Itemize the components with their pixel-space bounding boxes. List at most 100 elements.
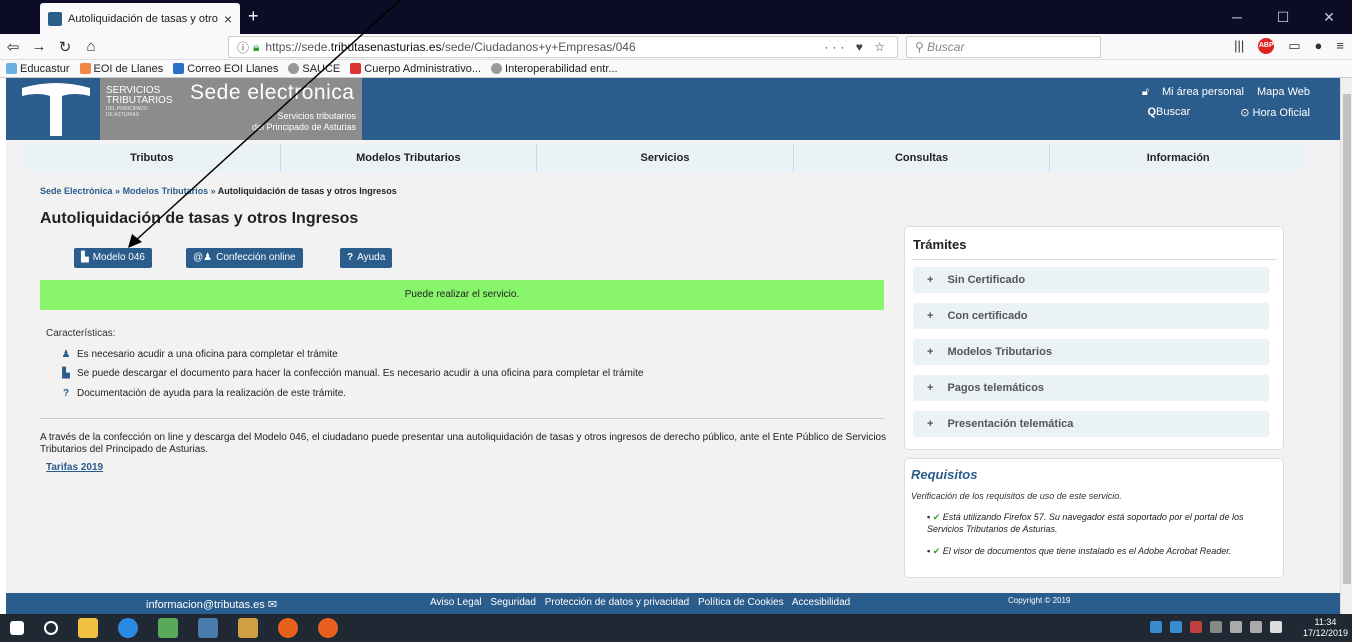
feature-text: Es necesario acudir a una oficina para c…	[77, 349, 338, 360]
check-icon: ✔	[932, 512, 941, 522]
cookies-link[interactable]: Política de Cookies	[698, 597, 784, 608]
status-banner: Puede realizar el servicio.	[40, 280, 884, 310]
seguridad-link[interactable]: Seguridad	[490, 597, 536, 608]
tramite-label: Modelos Tributarios	[947, 346, 1052, 358]
clock-time: 11:34	[1314, 617, 1337, 627]
file-explorer-icon[interactable]	[78, 618, 98, 638]
home-icon[interactable]: ⌂	[78, 38, 104, 55]
minimize-icon[interactable]: ─	[1214, 0, 1260, 34]
nav-item-modelos[interactable]: Modelos Tributarios	[281, 144, 538, 172]
firefox-icon[interactable]	[278, 618, 298, 638]
firefox-icon[interactable]	[318, 618, 338, 638]
feature-text: Documentación de ayuda para la realizaci…	[77, 388, 347, 399]
area-personal-link[interactable]: 🔓︎ Mi área personal	[1142, 86, 1244, 98]
aviso-legal-link[interactable]: Aviso Legal	[430, 597, 482, 608]
tray-icon[interactable]	[1170, 621, 1182, 633]
volume-icon[interactable]	[1250, 621, 1262, 633]
buscar-label: Buscar	[1156, 106, 1191, 118]
scrollbar-thumb[interactable]	[1343, 94, 1351, 584]
button-label: Modelo 046	[92, 252, 145, 263]
tray-icon[interactable]	[1190, 621, 1202, 633]
new-tab-icon[interactable]: +	[248, 6, 259, 27]
notifications-icon[interactable]	[1270, 621, 1282, 633]
app-icon[interactable]	[198, 618, 218, 638]
page-scrollbar[interactable]	[1340, 78, 1352, 614]
proteccion-datos-link[interactable]: Protección de datos y privacidad	[545, 597, 690, 608]
buscar-link[interactable]: QBuscar	[1147, 106, 1190, 119]
breadcrumb-current: Autoliquidación de tasas y otros Ingreso…	[217, 186, 397, 196]
site-logo[interactable]: SERVICIOS TRIBUTARIOS DEL PRINCIPADO DE …	[100, 78, 362, 140]
page-actions-icon[interactable]: ··· ♥ ☆	[824, 40, 889, 54]
search-icon[interactable]	[44, 621, 58, 635]
bookmark-interoperabilidad[interactable]: Interoperabilidad entr...	[491, 63, 618, 75]
app-icon[interactable]	[158, 618, 178, 638]
url-host: tributasenasturias.es	[330, 40, 442, 54]
footer-email[interactable]: informacion@tributas.es ✉	[146, 598, 277, 611]
back-icon[interactable]: ⇦	[0, 38, 26, 56]
ayuda-button[interactable]: ? Ayuda	[340, 248, 393, 268]
bookmark-eoi-llanes[interactable]: EOI de Llanes	[79, 62, 164, 75]
tramite-label: Sin Certificado	[947, 274, 1026, 286]
org-subline: DE ASTURIAS	[106, 112, 140, 118]
bookmark-icon	[173, 63, 185, 74]
site-header: SERVICIOS TRIBUTARIOS DEL PRINCIPADO DE …	[6, 78, 1340, 140]
menu-icon[interactable]: ≡	[1336, 38, 1344, 54]
nav-item-servicios[interactable]: Servicios	[537, 144, 794, 172]
divider	[911, 259, 1277, 260]
area-personal-label: Mi área personal	[1162, 86, 1244, 98]
bookmark-cuerpo[interactable]: Cuerpo Administrativo...	[350, 63, 481, 75]
windows-start-icon[interactable]	[10, 621, 24, 635]
tramite-modelos-tributarios[interactable]: + Modelos Tributarios	[913, 339, 1269, 365]
info-icon[interactable]: ⓘ	[237, 39, 249, 56]
confeccion-online-button[interactable]: @♟ Confección online	[186, 248, 303, 268]
bookmark-sauce[interactable]: SAUCE	[288, 63, 340, 75]
tramite-presentacion-telematica[interactable]: + Presentación telemática	[913, 411, 1269, 437]
subtitle-line: del Principado de Asturias	[251, 122, 356, 132]
system-tray	[1150, 621, 1282, 633]
breadcrumb-modelos[interactable]: Modelos Tributarios	[123, 186, 209, 196]
reload-icon[interactable]: ↻	[52, 38, 78, 56]
tramite-con-certificado[interactable]: + Con certificado	[913, 303, 1269, 329]
hora-oficial-link[interactable]: ⊙ Hora Oficial	[1240, 106, 1310, 119]
feature-item: ▙ Se puede descargar el documento para ha…	[60, 368, 643, 379]
bookmark-educastur[interactable]: Educastur	[6, 63, 70, 75]
caracteristicas-label: Características:	[46, 328, 116, 339]
url-bar[interactable]: ⓘ 🔒︎ https://sede. tributasenasturias.es /…	[228, 36, 898, 58]
tramite-sin-certificado[interactable]: + Sin Certificado	[913, 267, 1269, 293]
main-nav: Tributos Modelos Tributarios Servicios C…	[24, 144, 1306, 172]
adblock-icon[interactable]: ABP	[1258, 38, 1275, 54]
bookmark-label: EOI de Llanes	[93, 62, 164, 75]
nav-item-tributos[interactable]: Tributos	[24, 144, 281, 172]
requisitos-intro: Verificación de los requisitos de uso de…	[911, 491, 1122, 501]
plus-icon: +	[927, 346, 934, 358]
tarifas-link[interactable]: Tarifas 2019	[46, 462, 103, 473]
header-links: 🔓︎ Mi área personal Mapa Web	[1132, 86, 1310, 99]
edge-icon[interactable]	[118, 618, 138, 638]
close-tab-icon[interactable]: ×	[224, 11, 232, 27]
maximize-icon[interactable]: ☐	[1260, 0, 1306, 34]
search-input[interactable]: ⚲ Buscar	[906, 36, 1101, 58]
tray-icon[interactable]	[1150, 621, 1162, 633]
feature-item: ♟ Es necesario acudir a una oficina para …	[60, 349, 338, 360]
hora-oficial-label: Hora Oficial	[1252, 107, 1310, 119]
bookmark-label: Cuerpo Administrativo...	[364, 62, 482, 75]
nav-item-informacion[interactable]: Información	[1050, 144, 1306, 172]
accesibilidad-link[interactable]: Accesibilidad	[792, 597, 850, 608]
browser-tab[interactable]: Autoliquidación de tasas y otro ×	[40, 3, 240, 34]
mapa-web-link[interactable]: Mapa Web	[1257, 86, 1310, 98]
footer-email-text: informacion@tributas.es	[146, 599, 265, 611]
sidebar-icon[interactable]: ▭	[1288, 38, 1300, 54]
library-icon[interactable]: |||	[1234, 38, 1244, 54]
tray-icon[interactable]	[1210, 621, 1222, 633]
forward-icon[interactable]: →	[26, 38, 52, 55]
breadcrumb-sede[interactable]: Sede Electrónica	[40, 186, 113, 196]
network-icon[interactable]	[1230, 621, 1242, 633]
extension-icon[interactable]: ●	[1315, 38, 1323, 54]
bookmark-correo[interactable]: Correo EOI Llanes	[173, 63, 278, 75]
tramite-pagos-telematicos[interactable]: + Pagos telemáticos	[913, 375, 1269, 401]
modelo-046-button[interactable]: ▙ Modelo 046	[74, 248, 152, 268]
nav-item-consultas[interactable]: Consultas	[794, 144, 1051, 172]
taskbar-clock[interactable]: 11:34 17/12/2019	[1303, 617, 1348, 639]
close-window-icon[interactable]: ✕	[1306, 0, 1352, 34]
app-icon[interactable]	[238, 618, 258, 638]
